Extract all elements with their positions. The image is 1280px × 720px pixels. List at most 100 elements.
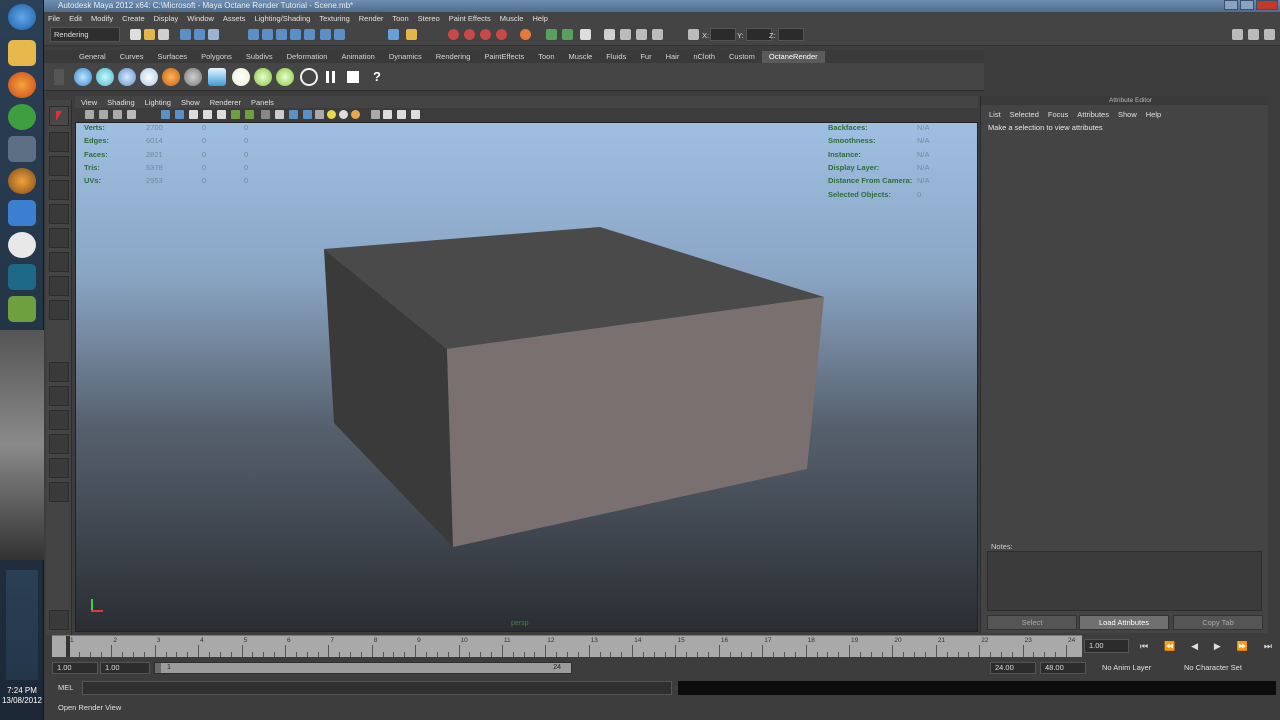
shelf-tab-toon[interactable]: Toon [531, 51, 561, 63]
playback-start-field[interactable]: 1.00 [100, 662, 150, 674]
camera-select-icon[interactable] [85, 110, 94, 119]
go-to-end-icon[interactable]: ⏭ [1264, 641, 1272, 652]
shelf-tab-fluids[interactable]: Fluids [599, 51, 633, 63]
octane-texture-icon[interactable] [162, 68, 180, 86]
ae-menu-help[interactable]: Help [1146, 110, 1161, 119]
z-field[interactable] [778, 28, 804, 41]
step-back-icon[interactable]: ⏪ [1164, 641, 1175, 652]
snap-grid-icon[interactable] [248, 29, 259, 40]
shelf-tab-rendering[interactable]: Rendering [429, 51, 478, 63]
shelf-tab-painteffects[interactable]: PaintEffects [477, 51, 531, 63]
notes-field[interactable] [987, 551, 1262, 611]
transform-mode-icon[interactable] [688, 29, 699, 40]
shelf-tab-curves[interactable]: Curves [113, 51, 151, 63]
menu-modify[interactable]: Modify [91, 14, 113, 23]
paint-select-tool-icon[interactable] [49, 156, 69, 176]
step-back-key-icon[interactable]: ◀ [1191, 641, 1198, 652]
default-light-icon[interactable] [327, 110, 336, 119]
ipr-render-icon[interactable] [464, 29, 475, 40]
time-slider[interactable]: 1 2 3 4 5 6 7 8 9 10 11 12 13 14 15 16 17 18 19 20 21 22 23 24 [52, 635, 1082, 657]
channel-box-icon[interactable] [520, 29, 531, 40]
ae-menu-selected[interactable]: Selected [1010, 110, 1039, 119]
tray-icons[interactable] [6, 570, 38, 680]
ae-menu-attributes[interactable]: Attributes [1077, 110, 1109, 119]
stop-icon[interactable] [344, 68, 362, 86]
camera-attr-icon[interactable] [99, 110, 108, 119]
sidebar-toggle-icon[interactable] [1232, 29, 1243, 40]
blender-icon[interactable] [8, 168, 36, 194]
shelf-tab-surfaces[interactable]: Surfaces [150, 51, 194, 63]
smooth-shade-icon[interactable] [245, 110, 254, 119]
clock[interactable]: 7:24 PM 13/08/2012 [0, 686, 44, 706]
octane-settings-icon[interactable] [254, 68, 272, 86]
menu-texturing[interactable]: Texturing [319, 14, 349, 23]
menu-stereo[interactable]: Stereo [418, 14, 440, 23]
firefox-icon[interactable] [8, 72, 36, 98]
menu-toon[interactable]: Toon [392, 14, 408, 23]
snap-point-icon[interactable] [276, 29, 287, 40]
menu-paint-effects[interactable]: Paint Effects [449, 14, 491, 23]
shelf-tab-animation[interactable]: Animation [334, 51, 381, 63]
command-input[interactable] [82, 681, 672, 695]
help-icon[interactable] [388, 29, 399, 40]
history-icon[interactable] [320, 29, 331, 40]
soft-mod-tool-icon[interactable] [49, 276, 69, 296]
current-frame-field[interactable]: 1.00 [1084, 639, 1129, 653]
viewport-menu-shading[interactable]: Shading [107, 98, 135, 107]
script-language-toggle[interactable]: MEL [58, 683, 73, 692]
save-scene-icon[interactable] [158, 29, 169, 40]
perspective-viewport[interactable]: Verts: 2700 0 0 Edges: 6014 0 0 Faces: 2821 0 0 Tris… [75, 122, 978, 632]
app-icon[interactable] [8, 200, 36, 226]
sidebar-toggle-icon[interactable] [1248, 29, 1259, 40]
shelf-tab-general[interactable]: General [72, 51, 113, 63]
wireframe-on-shaded-icon[interactable] [261, 110, 270, 119]
camera-icon[interactable] [636, 29, 647, 40]
play-forward-icon[interactable]: ▶ [1214, 641, 1221, 652]
shelf-menu-icon[interactable] [54, 69, 64, 85]
camera-icon[interactable] [620, 29, 631, 40]
utorrent-icon[interactable] [8, 104, 36, 130]
ae-menu-list[interactable]: List [989, 110, 1001, 119]
panel-icon[interactable] [580, 29, 591, 40]
render-view-icon[interactable] [604, 29, 615, 40]
select-component-icon[interactable] [208, 29, 219, 40]
layout-hypershade-icon[interactable] [49, 482, 69, 502]
app-icon[interactable] [8, 296, 36, 322]
layout-icon[interactable] [546, 29, 557, 40]
xray-joints-icon[interactable] [397, 110, 406, 119]
octane-light-icon[interactable] [232, 68, 250, 86]
grid-icon[interactable] [161, 110, 170, 119]
select-hierarchy-icon[interactable] [180, 29, 191, 40]
shelf-tab-ncloth[interactable]: nCloth [686, 51, 722, 63]
sidebar-toggle-icon[interactable] [1264, 29, 1275, 40]
menu-window[interactable]: Window [187, 14, 214, 23]
wireframe-icon[interactable] [231, 110, 240, 119]
start-time-field[interactable]: 1.00 [52, 662, 98, 674]
layout-two-icon[interactable] [49, 410, 69, 430]
image-plane-icon[interactable] [127, 110, 136, 119]
side-tabs[interactable] [1268, 96, 1280, 633]
select-object-icon[interactable] [194, 29, 205, 40]
use-lights-icon[interactable] [351, 110, 360, 119]
help-icon[interactable]: ? [368, 68, 386, 86]
shelf-tab-custom[interactable]: Custom [722, 51, 762, 63]
render-settings-icon[interactable] [480, 29, 491, 40]
octane-tool-icon[interactable] [184, 68, 202, 86]
viewport-menu-renderer[interactable]: Renderer [210, 98, 241, 107]
current-time-marker[interactable] [66, 636, 70, 657]
snap-curve-icon[interactable] [262, 29, 273, 40]
shadows-icon[interactable] [303, 110, 312, 119]
hypershade-icon[interactable] [496, 29, 507, 40]
snap-surface-icon[interactable] [304, 29, 315, 40]
pause-icon[interactable] [322, 68, 340, 86]
shelf-tab-dynamics[interactable]: Dynamics [382, 51, 429, 63]
menu-lighting-shading[interactable]: Lighting/Shading [254, 14, 310, 23]
refresh-icon[interactable] [300, 68, 318, 86]
go-to-start-icon[interactable]: ⏮ [1140, 641, 1148, 652]
snap-plane-icon[interactable] [290, 29, 301, 40]
shelf-tab-octanerender[interactable]: OctaneRender [761, 51, 825, 63]
shelf-tab-deformation[interactable]: Deformation [280, 51, 335, 63]
outliner-icon[interactable] [562, 29, 573, 40]
playback-end-field[interactable]: 24.00 [990, 662, 1036, 674]
menu-muscle[interactable]: Muscle [500, 14, 524, 23]
